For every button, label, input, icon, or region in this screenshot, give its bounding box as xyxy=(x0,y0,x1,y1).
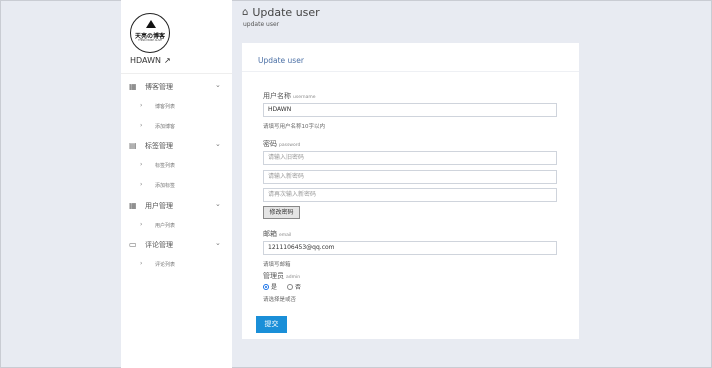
sidebar-item-label: 评论列表 xyxy=(155,262,176,268)
monitor-icon: ▭ xyxy=(129,240,137,249)
page-title: ⌂ Update user xyxy=(242,6,320,19)
sidebar-divider xyxy=(121,73,232,74)
sidebar-group-label: 用户管理 xyxy=(145,202,173,210)
sidebar-item-label: 博客列表 xyxy=(155,104,176,110)
sidebar-group-label: 标签管理 xyxy=(145,142,173,150)
chevron-right-icon: › xyxy=(140,161,143,168)
card-title: Update user xyxy=(258,56,304,65)
site-logo[interactable]: 天亮の博客 THINK MORE ALIVE xyxy=(130,13,170,53)
chevron-right-icon: › xyxy=(140,122,143,129)
email-label-text: 邮箱 xyxy=(263,230,277,238)
logo-subtitle: THINK MORE ALIVE xyxy=(138,39,162,42)
chevron-down-icon: ⌄ xyxy=(215,200,221,208)
table-icon: ▦ xyxy=(129,201,137,210)
chevron-right-icon: › xyxy=(140,260,143,267)
sidebar: 天亮の博客 THINK MORE ALIVE HDAWN ↗ ▦ 博客管理 ⌄ … xyxy=(121,0,232,368)
username-input[interactable]: HDAWN xyxy=(263,103,557,117)
sidebar-item-tag-list[interactable]: › 标签列表 xyxy=(121,159,232,171)
sidebar-group-label: 博客管理 xyxy=(145,83,173,91)
password-label-en: password xyxy=(279,143,301,148)
password-label: 密码 password xyxy=(263,139,300,149)
sidebar-item-comment-list[interactable]: › 评论列表 xyxy=(121,258,232,270)
chevron-down-icon: ⌄ xyxy=(215,81,221,89)
email-help: 请填写邮箱 xyxy=(263,262,291,268)
sidebar-group-label: 评论管理 xyxy=(145,241,173,249)
confirm-password-input[interactable]: 请再次输入新密码 xyxy=(263,188,557,202)
admin-yes-radio[interactable] xyxy=(263,283,269,290)
submit-button[interactable]: 提交 xyxy=(256,316,287,333)
chevron-down-icon: ⌄ xyxy=(215,239,221,247)
old-password-input[interactable]: 请输入旧密码 xyxy=(263,151,557,165)
sidebar-group-comments[interactable]: ▭ 评论管理 ⌄ xyxy=(121,238,232,252)
admin-label-en: admin xyxy=(286,275,301,280)
table-icon: ▦ xyxy=(129,82,137,91)
email-label: 邮箱 email xyxy=(263,229,291,239)
update-user-card: Update user 用户名称 username HDAWN 请填写用户名称10… xyxy=(242,43,579,339)
logo-triangle-icon xyxy=(146,20,156,28)
new-password-input[interactable]: 请输入新密码 xyxy=(263,170,557,184)
admin-radio-group: 是 否 xyxy=(263,282,301,291)
chevron-right-icon: › xyxy=(140,221,143,228)
user-profile-link[interactable]: HDAWN ↗ xyxy=(130,56,171,65)
password-label-text: 密码 xyxy=(263,140,277,148)
admin-help: 请选择是或否 xyxy=(263,297,297,303)
sidebar-item-add-blog[interactable]: › 添加博客 xyxy=(121,120,232,132)
chevron-down-icon: ⌄ xyxy=(215,140,221,148)
sidebar-item-add-tag[interactable]: › 添加标签 xyxy=(121,179,232,191)
email-label-en: email xyxy=(279,233,292,238)
admin-no-label: 否 xyxy=(295,284,302,291)
username-label-text: 用户名称 xyxy=(263,92,291,100)
page-title-text: Update user xyxy=(252,6,320,19)
sidebar-item-user-list[interactable]: › 用户列表 xyxy=(121,219,232,231)
chevron-right-icon: › xyxy=(140,181,143,188)
file-icon: ▤ xyxy=(129,141,137,150)
sidebar-item-label: 添加标签 xyxy=(155,183,176,189)
username-help: 请填写用户名称10字以内 xyxy=(263,124,325,130)
admin-no-radio[interactable] xyxy=(287,283,294,290)
chevron-right-icon: › xyxy=(140,102,143,109)
admin-yes-label: 是 xyxy=(271,284,278,291)
card-divider xyxy=(242,71,579,72)
external-link-icon: ↗ xyxy=(163,56,171,65)
sidebar-group-tags[interactable]: ▤ 标签管理 ⌄ xyxy=(121,139,232,153)
admin-label: 管理员 admin xyxy=(263,271,300,281)
username-label: HDAWN xyxy=(130,56,161,65)
home-icon: ⌂ xyxy=(242,7,249,18)
sidebar-group-users[interactable]: ▦ 用户管理 ⌄ xyxy=(121,199,232,213)
page-subtitle: update user xyxy=(243,21,280,28)
sidebar-item-label: 标签列表 xyxy=(155,163,176,169)
sidebar-item-label: 添加博客 xyxy=(155,124,176,130)
username-label-en: username xyxy=(293,95,316,100)
change-password-button[interactable]: 修改密码 xyxy=(263,206,300,219)
sidebar-group-blog[interactable]: ▦ 博客管理 ⌄ xyxy=(121,80,232,94)
sidebar-item-blog-list[interactable]: › 博客列表 xyxy=(121,100,232,112)
sidebar-item-label: 用户列表 xyxy=(155,223,176,229)
email-input[interactable]: 1211106453@qq.com xyxy=(263,241,557,255)
admin-label-text: 管理员 xyxy=(263,272,284,280)
username-label: 用户名称 username xyxy=(263,91,316,101)
